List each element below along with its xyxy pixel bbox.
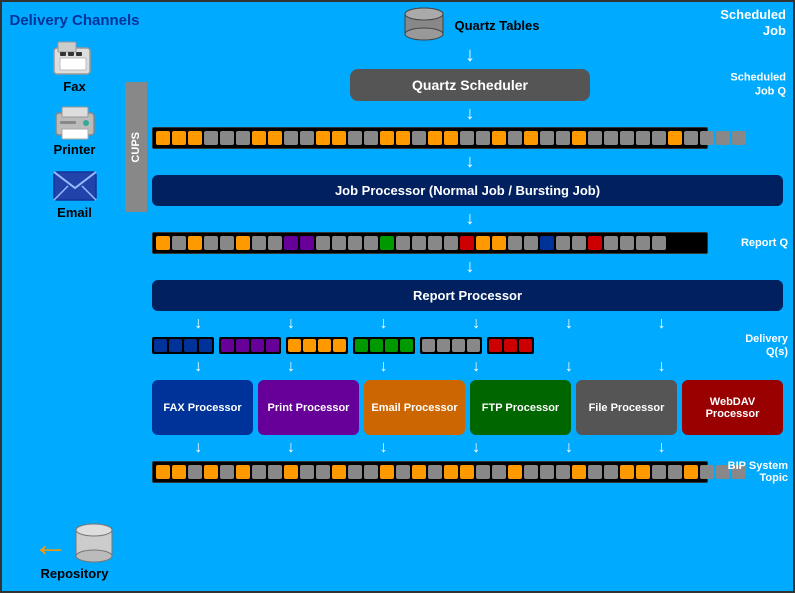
processors-row: FAX ProcessorPrint ProcessorEmail Proces…: [152, 380, 783, 435]
arrow1: ↓: [152, 103, 788, 124]
repository-icon: [71, 522, 117, 566]
quartz-scheduler-box: Quartz Scheduler: [350, 69, 590, 101]
delivery-q-label: DeliveryQ(s): [745, 332, 788, 358]
email-label: Email: [57, 205, 92, 220]
report-q-row: Report Q: [152, 232, 788, 254]
arrow3: ↓: [152, 208, 788, 229]
sidebar-item-fax: Fax: [50, 39, 100, 94]
sidebar-item-email: Email: [50, 165, 100, 220]
printer-icon: [50, 102, 100, 142]
processor-2: Email Processor: [364, 380, 465, 435]
printer-label: Printer: [54, 142, 96, 157]
fax-icon: [50, 39, 100, 79]
processor-arrows: ↓ ↓ ↓ ↓ ↓ ↓: [152, 358, 708, 376]
bip-arrows: ↓ ↓ ↓ ↓ ↓ ↓: [152, 439, 708, 457]
cups-label: CUPS: [130, 132, 142, 163]
main-content: Quartz Tables ↓ ScheduledJob Quartz Sche…: [147, 2, 793, 591]
delivery-q-row: DeliveryQ(s): [152, 337, 788, 354]
processor-5: WebDAV Processor: [682, 380, 783, 435]
arrow2: ↓: [152, 151, 788, 172]
report-q-squares: [152, 232, 708, 254]
cups-bar: CUPS: [125, 82, 147, 212]
bip-q-squares: [152, 461, 708, 483]
quartz-tables-icon: [400, 7, 448, 43]
quartz-tables-label: Quartz Tables: [454, 18, 539, 33]
scheduled-q-row: [152, 127, 788, 149]
left-arrow-icon: ←: [33, 523, 69, 565]
scheduled-q-squares: [152, 127, 708, 149]
main-container: Delivery Channels Fax: [0, 0, 795, 593]
job-processor-box: Job Processor (Normal Job / Bursting Job…: [152, 175, 783, 206]
report-processor-box: Report Processor: [152, 280, 783, 311]
delivery-arrows: ↓ ↓ ↓ ↓ ↓ ↓: [152, 315, 708, 333]
processor-1: Print Processor: [258, 380, 359, 435]
repository-item: ← Repository: [33, 522, 117, 581]
repository-label: Repository: [41, 566, 109, 581]
arrow-quartz-down: ↓: [465, 45, 475, 65]
scheduled-job-q-label: ScheduledJob Q: [730, 71, 786, 100]
bip-q-row: BIP SystemTopic: [152, 461, 788, 483]
sidebar-item-printer: Printer: [50, 102, 100, 157]
scheduled-job-label: ScheduledJob: [720, 7, 786, 38]
arrow4: ↓: [152, 256, 788, 277]
email-icon: [50, 165, 100, 205]
delivery-channels-label: Delivery Channels: [9, 12, 139, 29]
processor-4: File Processor: [576, 380, 677, 435]
left-sidebar: Delivery Channels Fax: [2, 2, 147, 591]
bip-system-topic-label: BIP SystemTopic: [728, 460, 788, 484]
fax-label: Fax: [63, 79, 85, 94]
report-q-label: Report Q: [741, 237, 788, 249]
processor-3: FTP Processor: [470, 380, 571, 435]
processor-0: FAX Processor: [152, 380, 253, 435]
